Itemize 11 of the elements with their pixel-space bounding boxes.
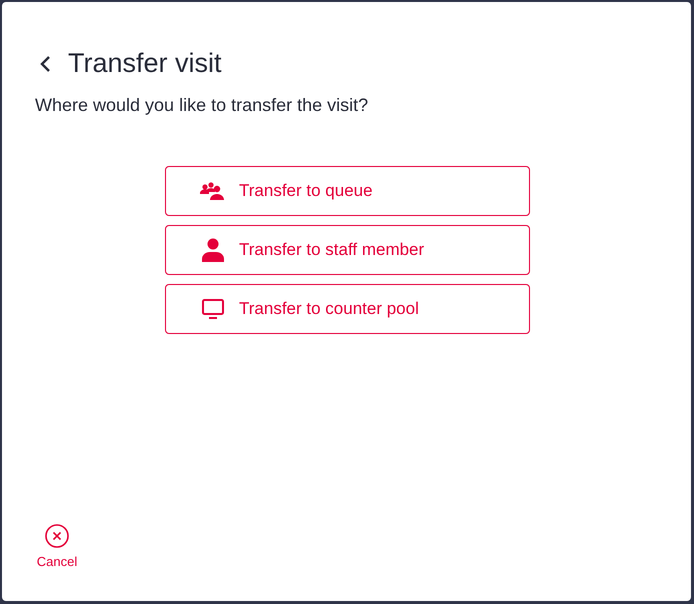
- transfer-option-button[interactable]: Transfer to staff member: [165, 225, 530, 275]
- person-icon: [201, 238, 225, 262]
- chevron-left-icon: [39, 54, 51, 72]
- dialog-title: Transfer visit: [68, 48, 222, 79]
- monitor-icon: [202, 299, 224, 319]
- transfer-option-button[interactable]: Transfer to counter pool: [165, 284, 530, 334]
- transfer-option-button[interactable]: Transfer to queue: [165, 166, 530, 216]
- cancel-button[interactable]: Cancel: [34, 524, 80, 569]
- question-text: Where would you like to transfer the visit?: [35, 95, 370, 116]
- people-group-icon: [200, 182, 226, 200]
- close-icon: [45, 524, 69, 548]
